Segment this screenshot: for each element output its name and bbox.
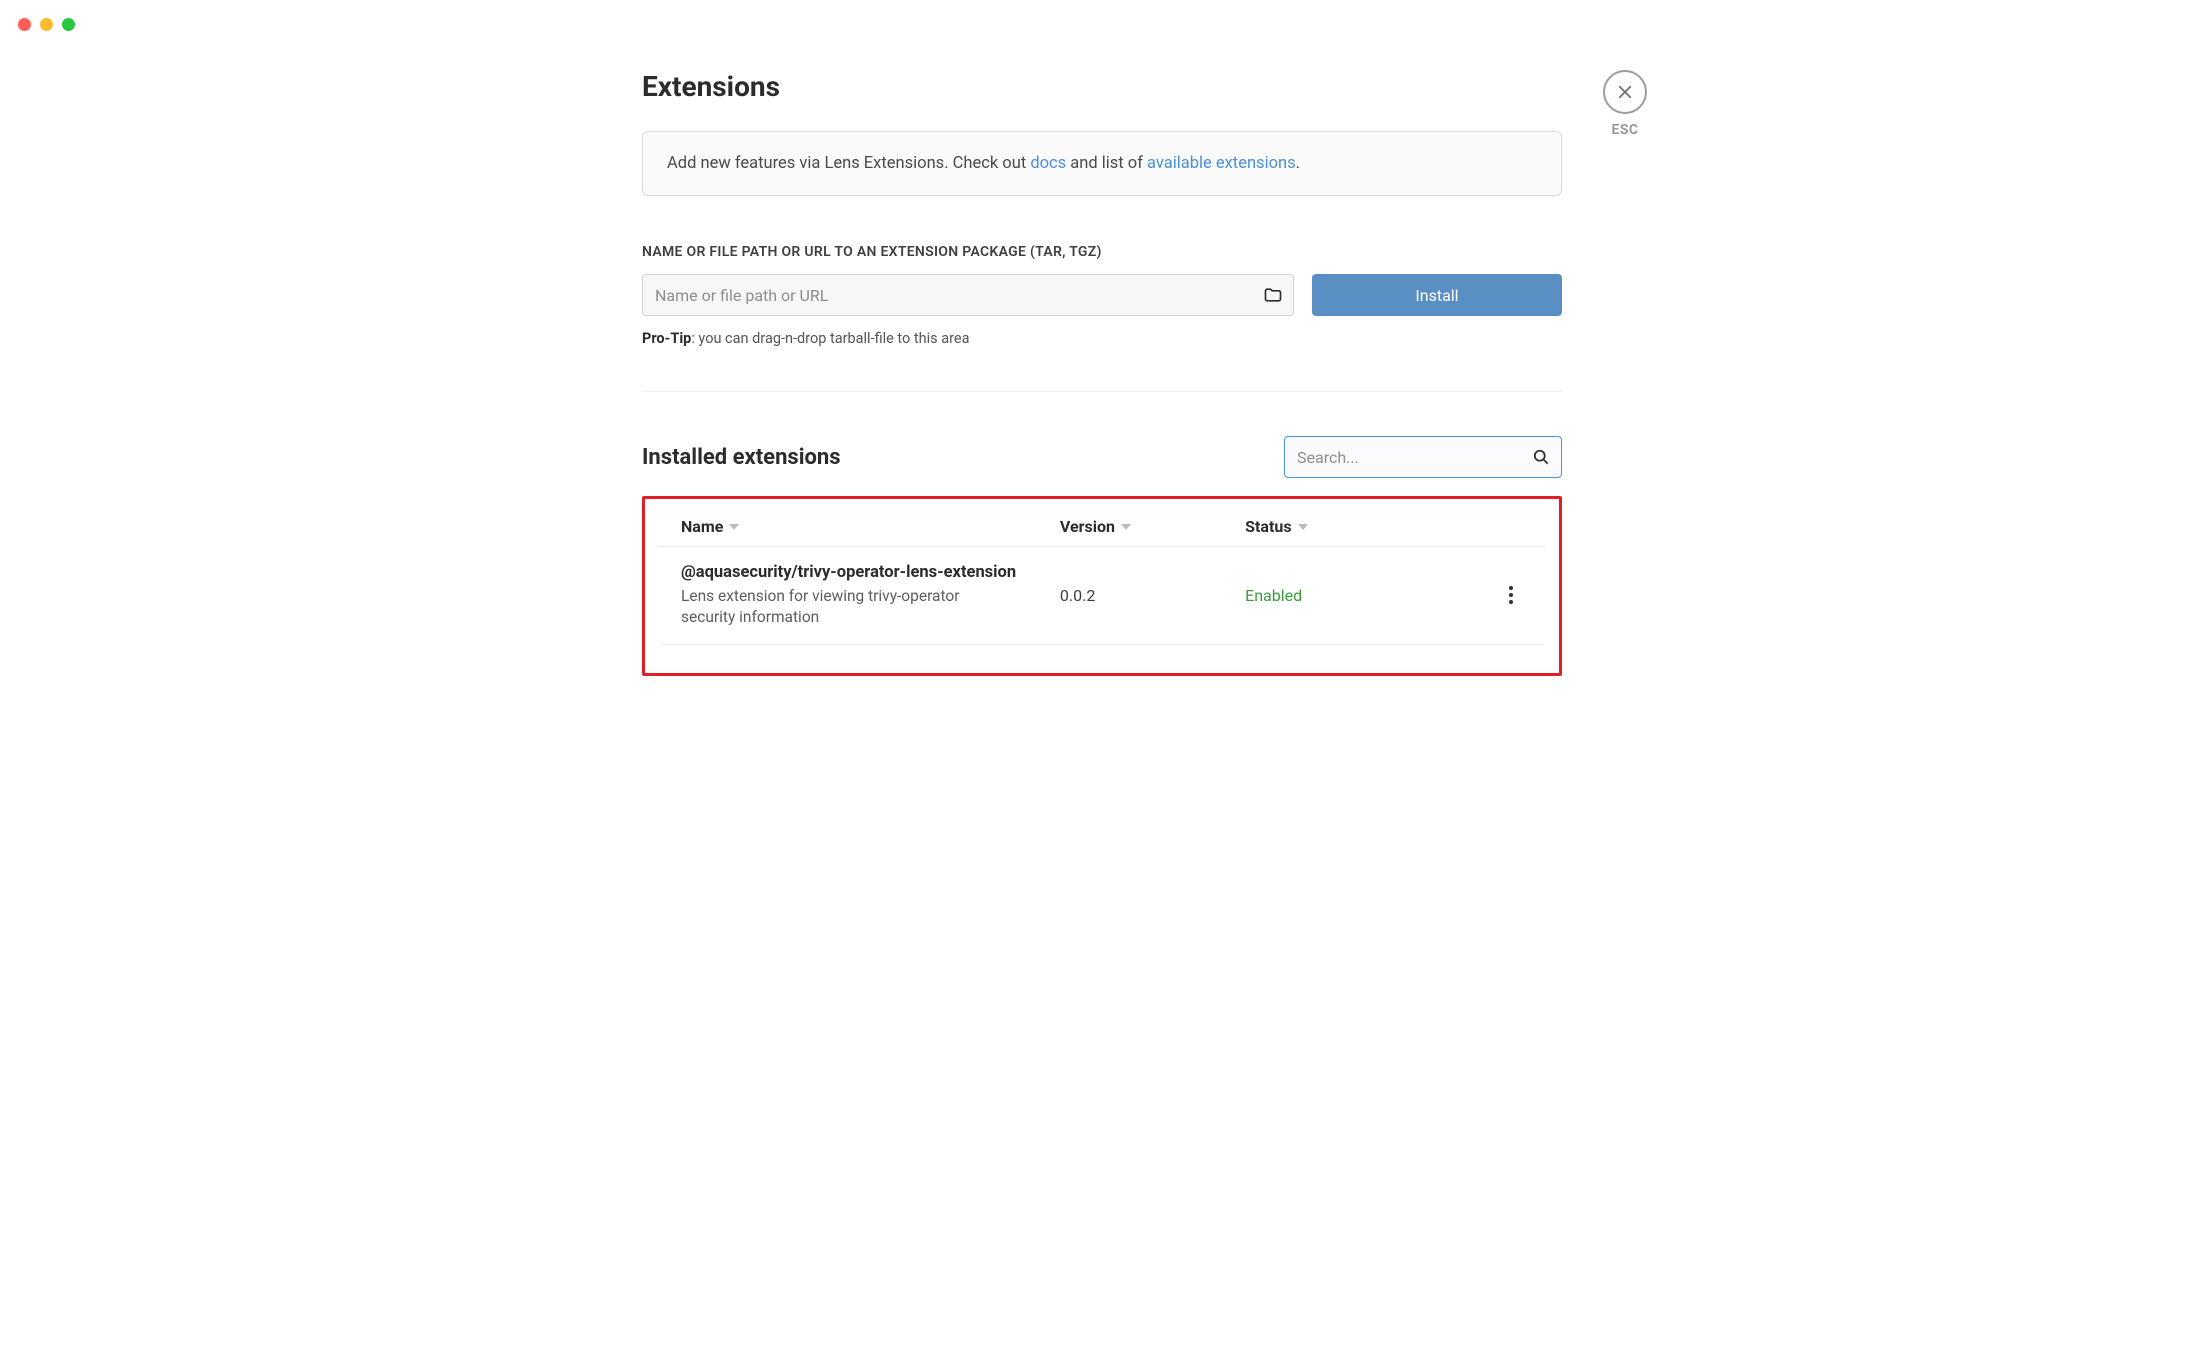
extension-path-input-wrap[interactable] bbox=[642, 274, 1294, 316]
close-panel: ESC bbox=[1603, 70, 1647, 138]
column-header-name-label: Name bbox=[681, 517, 723, 536]
esc-label: ESC bbox=[1611, 122, 1638, 138]
column-header-status-label: Status bbox=[1245, 517, 1291, 536]
search-input-wrap[interactable] bbox=[1284, 436, 1562, 478]
window-close-button[interactable] bbox=[18, 18, 31, 31]
column-header-version-label: Version bbox=[1060, 517, 1115, 536]
column-header-version[interactable]: Version bbox=[1060, 517, 1245, 536]
extension-status: Enabled bbox=[1245, 586, 1302, 605]
cell-actions bbox=[1430, 583, 1523, 607]
window-fullscreen-button[interactable] bbox=[62, 18, 75, 31]
extension-version: 0.0.2 bbox=[1060, 586, 1095, 605]
pro-tip: Pro-Tip: you can drag-n-drop tarball-fil… bbox=[642, 330, 1562, 347]
install-button[interactable]: Install bbox=[1312, 274, 1562, 316]
extension-name: @aquasecurity/trivy-operator-lens-extens… bbox=[681, 563, 1060, 582]
cell-version: 0.0.2 bbox=[1060, 586, 1245, 605]
installed-header-row: Installed extensions bbox=[642, 436, 1562, 478]
pro-tip-text: : you can drag-n-drop tarball-file to th… bbox=[691, 330, 969, 347]
section-divider bbox=[642, 391, 1562, 392]
app-window: ESC Extensions Add new features via Lens… bbox=[0, 0, 2204, 1372]
table-header: Name Version Status bbox=[659, 507, 1545, 547]
docs-link[interactable]: docs bbox=[1030, 154, 1066, 173]
main-content: ESC Extensions Add new features via Lens… bbox=[622, 0, 1582, 716]
column-header-actions bbox=[1430, 517, 1523, 536]
cell-name: @aquasecurity/trivy-operator-lens-extens… bbox=[681, 563, 1060, 628]
table-row[interactable]: @aquasecurity/trivy-operator-lens-extens… bbox=[659, 547, 1545, 645]
info-banner: Add new features via Lens Extensions. Ch… bbox=[642, 131, 1562, 196]
window-controls bbox=[18, 18, 75, 31]
window-minimize-button[interactable] bbox=[40, 18, 53, 31]
installed-title: Installed extensions bbox=[642, 445, 841, 470]
sort-caret-icon bbox=[729, 524, 739, 530]
close-icon bbox=[1616, 83, 1634, 101]
search-input[interactable] bbox=[1297, 448, 1531, 467]
column-header-status[interactable]: Status bbox=[1245, 517, 1430, 536]
column-header-name[interactable]: Name bbox=[681, 517, 1060, 536]
info-text-suffix: . bbox=[1296, 154, 1300, 173]
sort-caret-icon bbox=[1121, 524, 1131, 530]
extensions-table: Name Version Status @aquasecu bbox=[659, 507, 1545, 645]
available-extensions-link[interactable]: available extensions bbox=[1147, 154, 1296, 173]
extension-description: Lens extension for viewing trivy-operato… bbox=[681, 586, 1001, 628]
close-button[interactable] bbox=[1603, 70, 1647, 114]
extensions-table-highlight: Name Version Status @aquasecu bbox=[642, 496, 1562, 676]
search-icon bbox=[1531, 447, 1551, 467]
info-text-prefix: Add new features via Lens Extensions. Ch… bbox=[667, 154, 1030, 173]
page-title: Extensions bbox=[642, 70, 1562, 103]
folder-icon[interactable] bbox=[1263, 285, 1283, 305]
cell-status: Enabled bbox=[1245, 586, 1430, 605]
install-field-label: NAME OR FILE PATH OR URL TO AN EXTENSION… bbox=[642, 244, 1562, 260]
pro-tip-label: Pro-Tip bbox=[642, 330, 691, 347]
kebab-menu-icon[interactable] bbox=[1499, 583, 1523, 607]
install-row: Install bbox=[642, 274, 1562, 316]
extension-path-input[interactable] bbox=[655, 275, 1263, 315]
info-text-middle: and list of bbox=[1066, 154, 1147, 173]
sort-caret-icon bbox=[1298, 524, 1308, 530]
